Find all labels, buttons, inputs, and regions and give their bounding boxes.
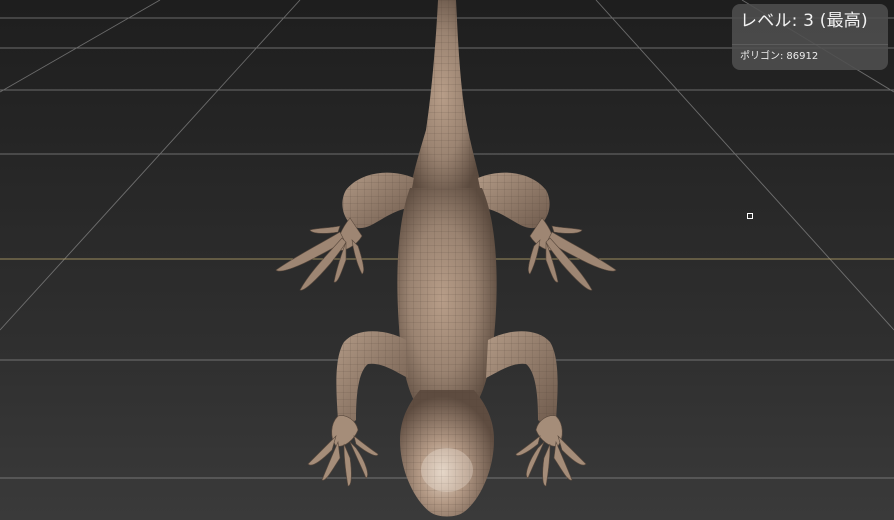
lizard-model (275, 0, 617, 517)
scene-canvas[interactable] (0, 0, 894, 520)
hud-divider (732, 44, 888, 45)
polygon-label: ポリゴン: (740, 51, 784, 62)
selection-cursor (747, 213, 753, 219)
subdivision-level-label: レベル: 3 (最高) (740, 11, 868, 31)
3d-viewport[interactable]: レベル: 3 (最高) ポリゴン: 86912 (0, 0, 894, 520)
polygon-count-readout: ポリゴン: 86912 (740, 51, 821, 63)
mesh-info-panel: レベル: 3 (最高) ポリゴン: 86912 (732, 4, 888, 70)
polygon-count: 86912 (786, 51, 819, 62)
